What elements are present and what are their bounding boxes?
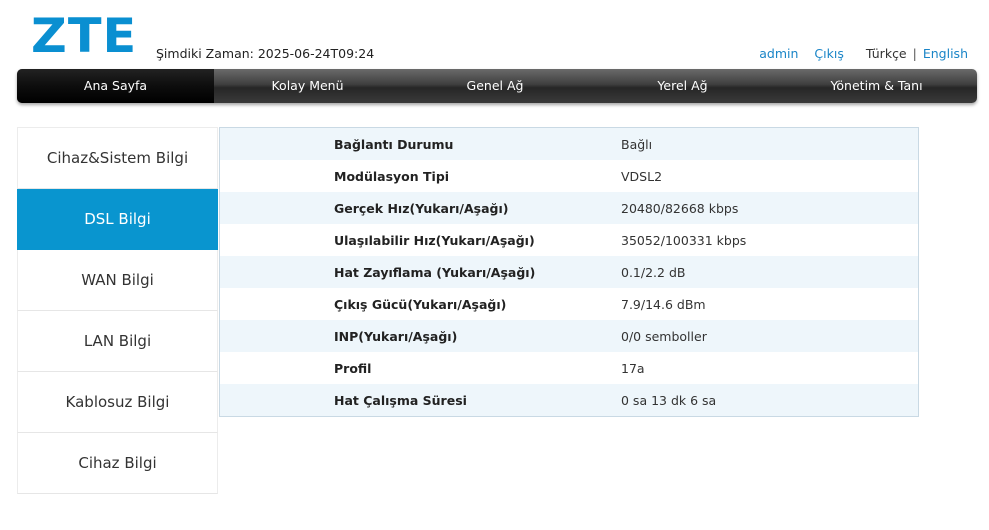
row-label: Hat Zayıflama (Yukarı/Aşağı) — [334, 264, 536, 280]
dsl-info-table: Bağlantı Durumu Bağlı Modülasyon Tipi VD… — [219, 127, 919, 417]
nav-easy-menu[interactable]: Kolay Menü — [214, 69, 401, 103]
row-label: Gerçek Hız(Yukarı/Aşağı) — [334, 200, 509, 216]
sidebar-item-device-system[interactable]: Cihaz&Sistem Bilgi — [17, 127, 218, 189]
lang-separator: | — [912, 46, 917, 61]
row-label: Bağlantı Durumu — [334, 136, 454, 152]
row-value: 0.1/2.2 dB — [621, 264, 686, 280]
row-value: VDSL2 — [621, 168, 663, 184]
table-row: Hat Zayıflama (Yukarı/Aşağı) 0.1/2.2 dB — [220, 256, 918, 288]
row-value: 20480/82668 kbps — [621, 200, 739, 216]
row-value: Bağlı — [621, 136, 653, 152]
table-row: INP(Yukarı/Aşağı) 0/0 semboller — [220, 320, 918, 352]
sidebar-item-wan[interactable]: WAN Bilgi — [17, 250, 218, 311]
top-links: admin Çıkış Türkçe | English — [759, 46, 968, 61]
row-label: Modülasyon Tipi — [334, 168, 450, 184]
table-row: Ulaşılabilir Hız(Yukarı/Aşağı) 35052/100… — [220, 224, 918, 256]
table-row: Gerçek Hız(Yukarı/Aşağı) 20480/82668 kbp… — [220, 192, 918, 224]
lang-turkish[interactable]: Türkçe — [866, 46, 907, 61]
table-row: Hat Çalışma Süresi 0 sa 13 dk 6 sa — [220, 384, 918, 416]
table-row: Modülasyon Tipi VDSL2 — [220, 160, 918, 192]
table-row: Çıkış Gücü(Yukarı/Aşağı) 7.9/14.6 dBm — [220, 288, 918, 320]
row-value: 7.9/14.6 dBm — [621, 296, 706, 312]
user-link[interactable]: admin — [759, 46, 798, 61]
row-label: Ulaşılabilir Hız(Yukarı/Aşağı) — [334, 232, 535, 248]
row-label: Profil — [334, 360, 372, 376]
row-value: 17a — [621, 360, 645, 376]
sidebar-item-device[interactable]: Cihaz Bilgi — [17, 433, 218, 494]
lang-english[interactable]: English — [923, 46, 968, 61]
table-row: Profil 17a — [220, 352, 918, 384]
row-value: 35052/100331 kbps — [621, 232, 747, 248]
logout-link[interactable]: Çıkış — [814, 46, 843, 61]
row-label: Çıkış Gücü(Yukarı/Aşağı) — [334, 296, 507, 312]
main-nav: Ana Sayfa Kolay Menü Genel Ağ Yerel Ağ Y… — [17, 69, 977, 103]
nav-home[interactable]: Ana Sayfa — [17, 69, 214, 103]
row-value: 0/0 semboller — [621, 328, 707, 344]
sidebar-item-dsl[interactable]: DSL Bilgi — [17, 189, 218, 250]
row-label: INP(Yukarı/Aşağı) — [334, 328, 458, 344]
nav-wan[interactable]: Genel Ağ — [401, 69, 589, 103]
nav-management[interactable]: Yönetim & Tanı — [776, 69, 977, 103]
row-value: 0 sa 13 dk 6 sa — [621, 392, 717, 408]
zte-logo: ZTE — [31, 9, 138, 64]
sidebar-item-wireless[interactable]: Kablosuz Bilgi — [17, 372, 218, 433]
table-row: Bağlantı Durumu Bağlı — [220, 128, 918, 160]
current-time: Şimdiki Zaman: 2025-06-24T09:24 — [156, 46, 375, 61]
row-label: Hat Çalışma Süresi — [334, 392, 467, 408]
sidebar-item-lan[interactable]: LAN Bilgi — [17, 311, 218, 372]
sidebar: Cihaz&Sistem Bilgi DSL Bilgi WAN Bilgi L… — [17, 127, 218, 494]
nav-lan[interactable]: Yerel Ağ — [589, 69, 776, 103]
